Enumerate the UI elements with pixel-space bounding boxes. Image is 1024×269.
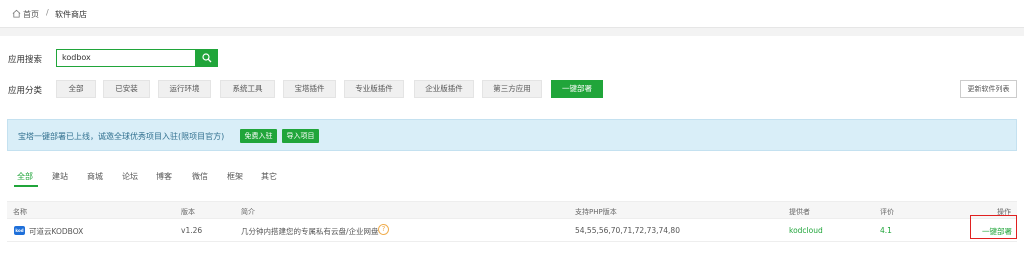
breadcrumb-home[interactable]: 首页 (23, 9, 39, 20)
search-icon (202, 53, 212, 63)
tab-all[interactable]: 全部 (17, 171, 33, 182)
category-third-party[interactable]: 第三方应用 (482, 80, 542, 98)
search-label: 应用搜索 (8, 55, 43, 65)
tab-mall[interactable]: 商城 (87, 171, 103, 182)
free-join-button[interactable]: 免费入驻 (240, 129, 277, 143)
col-description: 简介 (241, 208, 255, 216)
tab-forum[interactable]: 论坛 (122, 171, 138, 182)
help-icon[interactable]: ? (378, 224, 389, 235)
table-header: 名称 版本 简介 支持PHP版本 提供者 评价 操作 (7, 201, 1017, 219)
tab-blog[interactable]: 博客 (156, 171, 172, 182)
rating-value: 4.1 (880, 226, 892, 235)
category-label: 应用分类 (8, 86, 43, 96)
category-system-tools[interactable]: 系统工具 (220, 80, 275, 98)
app-description: 几分钟内搭建您的专属私有云盘/企业网盘 (241, 227, 379, 236)
category-runtime[interactable]: 运行环境 (158, 80, 211, 98)
tab-wechat[interactable]: 微信 (192, 171, 208, 182)
tab-other[interactable]: 其它 (261, 171, 277, 182)
provider-link[interactable]: kodcloud (789, 226, 823, 235)
col-php-version: 支持PHP版本 (575, 208, 617, 216)
breadcrumb: 首页 / 软件商店 (0, 0, 1024, 28)
kodbox-logo-icon: kod (14, 226, 25, 235)
col-version: 版本 (181, 208, 195, 216)
breadcrumb-separator: / (46, 8, 49, 17)
table-row: kod 可道云KODBOX v1.26 几分钟内搭建您的专属私有云盘/企业网盘 … (7, 219, 1017, 242)
category-enterprise-plugins[interactable]: 企业版插件 (414, 80, 474, 98)
breadcrumb-current: 软件商店 (55, 10, 87, 19)
tab-site[interactable]: 建站 (52, 171, 68, 182)
category-bt-plugins[interactable]: 宝塔插件 (283, 80, 336, 98)
app-name: 可道云KODBOX (29, 227, 84, 236)
category-all[interactable]: 全部 (56, 80, 96, 98)
category-installed[interactable]: 已安装 (103, 80, 150, 98)
home-icon[interactable] (12, 9, 21, 18)
category-one-click-deploy[interactable]: 一键部署 (551, 80, 603, 98)
one-click-deploy-link[interactable]: 一键部署 (982, 226, 1012, 237)
php-versions: 54,55,56,70,71,72,73,74,80 (575, 226, 680, 235)
import-project-button[interactable]: 导入项目 (282, 129, 319, 143)
app-version: v1.26 (181, 226, 203, 235)
tab-framework[interactable]: 框架 (227, 171, 243, 182)
category-pro-plugins[interactable]: 专业版插件 (344, 80, 404, 98)
col-provider: 提供者 (789, 208, 810, 216)
col-rating: 评价 (880, 208, 894, 216)
search-input[interactable]: kodbox (56, 49, 196, 67)
active-tab-indicator (14, 185, 38, 187)
search-button[interactable] (196, 49, 218, 67)
notice-text: 宝塔一键部署已上线，诚邀全球优秀项目入驻(限项目官方) (18, 132, 225, 141)
notice-banner: 宝塔一键部署已上线，诚邀全球优秀项目入驻(限项目官方) 免费入驻 导入项目 (7, 119, 1017, 151)
refresh-software-list-button[interactable]: 更新软件列表 (960, 80, 1017, 98)
col-name: 名称 (13, 208, 27, 216)
